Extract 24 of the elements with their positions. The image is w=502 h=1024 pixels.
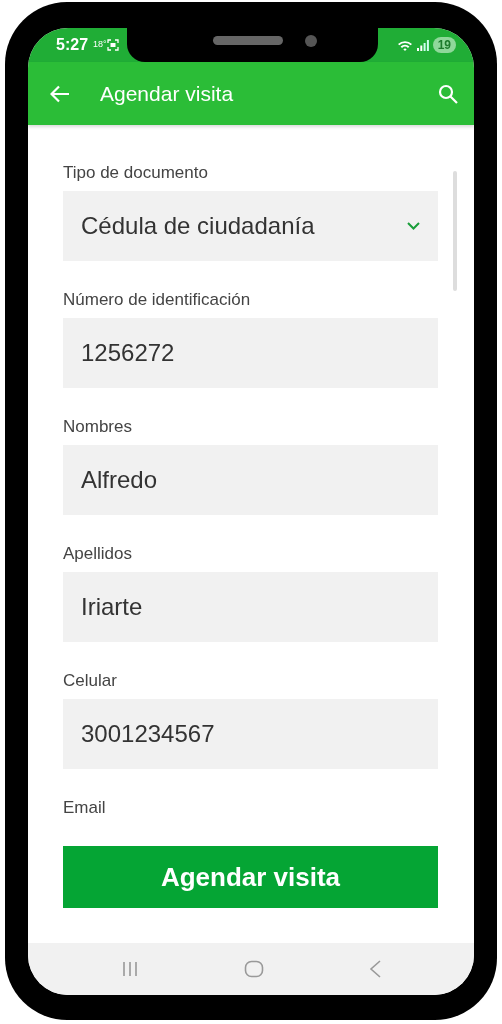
screenshot-icon [106, 39, 119, 51]
recents-icon[interactable] [120, 961, 139, 977]
field-label: Número de identificación [63, 289, 252, 311]
back-arrow-icon[interactable] [50, 84, 70, 103]
chevron-down-icon [407, 222, 420, 230]
signal-icon [416, 39, 429, 51]
dropdown-field[interactable]: Cédula de ciudadanía [63, 191, 438, 261]
field-label: Nombres [63, 416, 133, 438]
app-bar-title: Agendar visita [100, 80, 235, 107]
wifi-icon [396, 38, 413, 52]
status-time: 5:27 [56, 35, 89, 55]
input-field[interactable]: Alfredo [63, 445, 438, 515]
field-label: Email [63, 797, 107, 817]
field-label: Tipo de documento [63, 162, 209, 184]
input-field[interactable]: Iriarte [63, 572, 438, 642]
input-field[interactable]: 1256272 [63, 318, 438, 388]
battery-level: 19 [432, 37, 456, 53]
temperature-text: 18° [93, 38, 107, 52]
field-label: Celular [63, 670, 118, 692]
search-icon[interactable] [438, 83, 458, 104]
nav-back-icon[interactable] [369, 960, 382, 978]
input-field[interactable]: 3001234567 [63, 699, 438, 769]
field-label: Apellidos [63, 543, 133, 565]
home-icon[interactable] [244, 960, 264, 978]
